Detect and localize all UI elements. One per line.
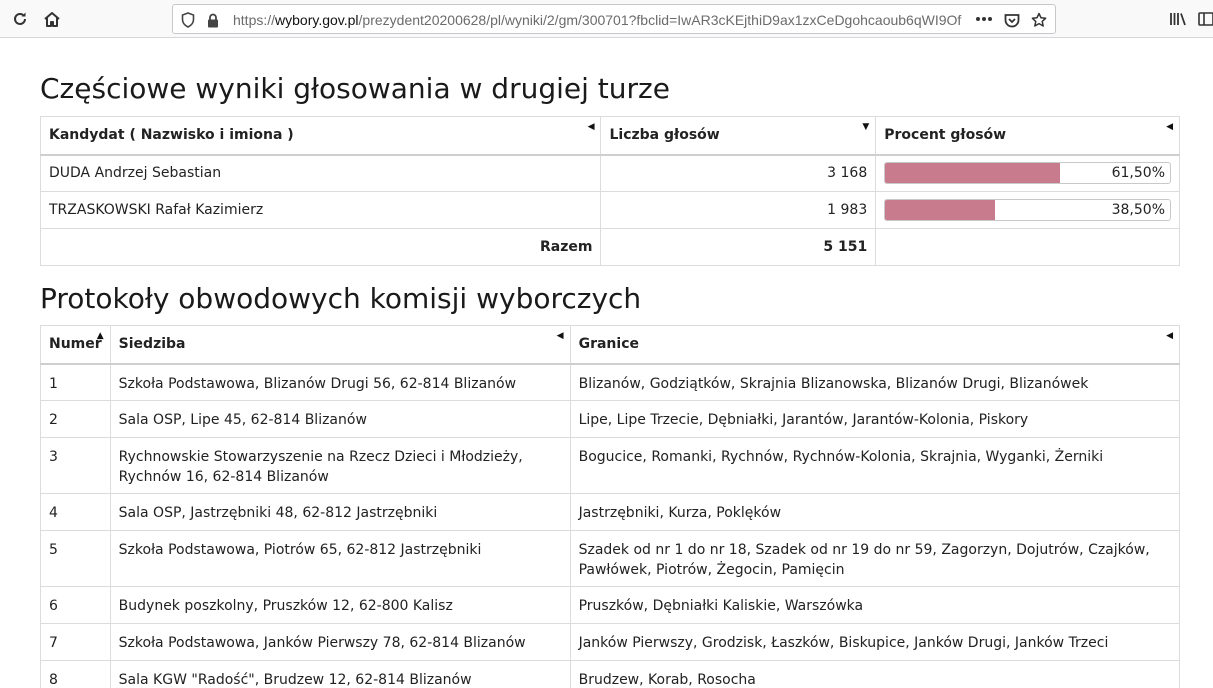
percent-header-label: Procent głosów xyxy=(884,127,1007,144)
table-row: TRZASKOWSKI Rafał Kazimierz 1 983 38,50% xyxy=(39,191,1180,229)
total-label: Razem xyxy=(39,228,602,266)
row-seat: Sala OSP, Lipe 45, 62-814 Blizanów xyxy=(109,400,571,438)
table-row[interactable]: 2 Sala OSP, Lipe 45, 62-814 Blizanów Lipe,… xyxy=(40,400,1181,438)
percent-cell: 61,50% xyxy=(875,154,1180,192)
row-seat: Budynek poszkolny, Pruszków 12, 62-800 K… xyxy=(109,586,571,624)
row-seat: Szkoła Podstawowa, Janków Pierwszy 78, 6… xyxy=(109,623,571,661)
page-actions-icon[interactable] xyxy=(975,10,993,28)
sort-left-icon[interactable]: ◀ xyxy=(588,122,595,132)
percent-header[interactable]: Procent głosów ◀ xyxy=(875,116,1180,156)
table-row[interactable]: 5 Szkoła Podstawowa, Piotrów 65, 62-812 J… xyxy=(40,530,1181,587)
total-votes: 5 151 xyxy=(600,228,877,266)
url-protocol: https:// xyxy=(233,12,276,28)
row-seat: Sala KGW "Radość", Brudzew 12, 62-814 Bl… xyxy=(109,660,571,688)
bounds-header[interactable]: Granice ◀ xyxy=(569,325,1181,365)
row-bounds: Janków Pierwszy, Grodzisk, Łaszków, Bisk… xyxy=(569,623,1181,661)
bounds-header-label: Granice xyxy=(578,336,639,353)
row-number: 7 xyxy=(40,623,111,661)
protocols-title: Protokoły obwodowych komisji wyborczych xyxy=(40,282,642,315)
row-bounds: Blizanów, Godziątków, Skrajnia Blizanows… xyxy=(569,363,1181,401)
row-seat: Rychnowskie Stowarzyszenie na Rzecz Dzie… xyxy=(109,437,571,494)
results-title: Częściowe wyniki głosowania w drugiej tu… xyxy=(40,72,670,105)
percent-bar-fill xyxy=(885,163,1061,184)
protocols-table: Numer ▲ Siedziba ◀ Granice ◀ 1 Szkoła Podsta… xyxy=(40,325,1181,688)
row-seat: Szkoła Podstawowa, Blizanów Drugi 56, 62… xyxy=(109,363,571,401)
percent-bar-fill xyxy=(885,200,995,220)
sort-left-icon[interactable]: ◀ xyxy=(1166,122,1173,132)
sidebar-button[interactable] xyxy=(1192,5,1213,33)
vote-count: 3 168 xyxy=(600,154,877,192)
percent-cell: 38,50% xyxy=(875,191,1180,229)
library-icon xyxy=(1170,13,1186,26)
number-header[interactable]: Numer ▲ xyxy=(40,325,111,365)
home-icon xyxy=(44,12,60,27)
votes-header[interactable]: Liczba głosów ▼ xyxy=(600,116,877,156)
row-bounds: Bogucice, Romanki, Rychnów, Rychnów-Kolo… xyxy=(569,437,1181,494)
row-number: 1 xyxy=(40,363,111,401)
row-number: 8 xyxy=(40,660,111,688)
table-row[interactable]: 6 Budynek poszkolny, Pruszków 12, 62-800 … xyxy=(40,586,1181,624)
candidate-name: TRZASKOWSKI Rafał Kazimierz xyxy=(39,191,602,229)
pocket-icon[interactable] xyxy=(1003,11,1021,29)
votes-header-label: Liczba głosów xyxy=(609,127,720,144)
seat-header-label: Siedziba xyxy=(118,336,186,353)
sort-left-icon[interactable]: ◀ xyxy=(1166,331,1173,341)
row-number: 3 xyxy=(40,437,111,494)
browser-toolbar: https://wybory.gov.pl/prezydent20200628/… xyxy=(0,0,1213,38)
candidate-header-label: Kandydat ( Nazwisko i imiona ) xyxy=(49,127,294,144)
library-button[interactable] xyxy=(1164,5,1192,33)
reload-button[interactable] xyxy=(6,5,34,33)
sort-down-icon[interactable]: ▼ xyxy=(862,122,869,132)
address-bar[interactable]: https://wybory.gov.pl/prezydent20200628/… xyxy=(172,4,1056,34)
table-row[interactable]: 4 Sala OSP, Jastrzębniki 48, 62-812 Jastr… xyxy=(40,493,1181,531)
number-header-label: Numer xyxy=(49,336,102,353)
candidate-name: DUDA Andrzej Sebastian xyxy=(39,154,602,192)
table-row[interactable]: 3 Rychnowskie Stowarzyszenie na Rzecz Dzi… xyxy=(40,437,1181,494)
row-bounds: Jastrzębniki, Kurza, Poklęków xyxy=(569,493,1181,531)
vote-count: 1 983 xyxy=(600,191,877,229)
row-seat: Szkoła Podstawowa, Piotrów 65, 62-812 Ja… xyxy=(109,530,571,587)
row-number: 2 xyxy=(40,400,111,438)
total-row: Razem 5 151 xyxy=(39,228,1180,266)
percent-value: 38,50% xyxy=(1111,202,1165,218)
percent-bar: 38,50% xyxy=(884,199,1171,221)
row-number: 5 xyxy=(40,530,111,587)
seat-header[interactable]: Siedziba ◀ xyxy=(109,325,571,365)
lock-icon[interactable] xyxy=(204,11,222,29)
row-bounds: Szadek od nr 1 do nr 18, Szadek od nr 19… xyxy=(569,530,1181,587)
url-domain: wybory.gov.pl xyxy=(275,12,359,28)
sort-left-icon[interactable]: ◀ xyxy=(557,331,564,341)
table-row[interactable]: 8 Sala KGW "Radość", Brudzew 12, 62-814 B… xyxy=(40,660,1181,688)
candidate-header[interactable]: Kandydat ( Nazwisko i imiona ) ◀ xyxy=(39,116,602,156)
shield-icon[interactable] xyxy=(179,11,197,29)
home-button[interactable] xyxy=(38,5,66,33)
results-table: Kandydat ( Nazwisko i imiona ) ◀ Liczba g… xyxy=(39,116,1180,266)
row-bounds: Brudzew, Korab, Rosocha xyxy=(569,660,1181,688)
sort-up-icon[interactable]: ▲ xyxy=(97,331,104,341)
url-path: /prezydent20200628/pl/wyniki/2/gm/300701… xyxy=(358,12,962,28)
empty-cell xyxy=(875,228,1180,266)
sidebar-icon xyxy=(1198,12,1213,26)
percent-bar: 61,50% xyxy=(884,162,1171,185)
table-row[interactable]: 1 Szkoła Podstawowa, Blizanów Drugi 56, 6… xyxy=(40,363,1181,401)
row-number: 6 xyxy=(40,586,111,624)
percent-value: 61,50% xyxy=(1111,165,1165,182)
url-text[interactable]: https://wybory.gov.pl/prezydent20200628/… xyxy=(233,12,973,28)
bookmark-star-icon[interactable] xyxy=(1030,11,1048,29)
row-number: 4 xyxy=(40,493,111,531)
row-bounds: Lipe, Lipe Trzecie, Dębniałki, Jarantów,… xyxy=(569,400,1181,438)
row-bounds: Pruszków, Dębniałki Kaliskie, Warszówka xyxy=(569,586,1181,624)
reload-icon xyxy=(14,12,26,25)
row-seat: Sala OSP, Jastrzębniki 48, 62-812 Jastrz… xyxy=(109,493,571,531)
table-row: DUDA Andrzej Sebastian 3 168 61,50% xyxy=(39,154,1180,192)
table-row[interactable]: 7 Szkoła Podstawowa, Janków Pierwszy 78, … xyxy=(40,623,1181,661)
